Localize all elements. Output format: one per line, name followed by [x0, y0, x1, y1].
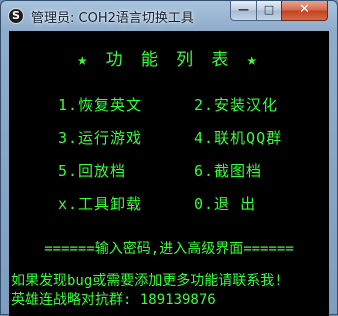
menu-item-screenshots: 6.截图档	[194, 162, 263, 180]
window-title: 管理员: COH2语言切换工具	[31, 11, 194, 26]
app-icon[interactable]: S	[8, 8, 24, 24]
title-bar[interactable]: S 管理员: COH2语言切换工具 — □ ✕	[1, 1, 337, 31]
qq-group-note: 英雄连战略对抗群: 189139876	[11, 292, 216, 308]
menu-item-install-chinese: 2.安装汉化	[194, 96, 279, 114]
menu-title: ★ 功 能 列 表 ★	[77, 50, 261, 70]
contact-note: 如果发现bug或需要添加更多功能请联系我!	[11, 273, 283, 289]
menu-item-replays: 5.回放档	[58, 162, 127, 180]
console-edge	[327, 31, 329, 316]
menu-item-restore-english: 1.恢复英文	[58, 96, 143, 114]
minimize-button[interactable]: —	[230, 1, 257, 21]
maximize-button[interactable]: □	[256, 1, 282, 21]
console-area[interactable]: ★ 功 能 列 表 ★ 1.恢复英文 2.安装汉化 3.运行游戏 4.联机QQ群…	[9, 31, 329, 316]
password-prompt: ======输入密码,进入高级界面======	[44, 241, 294, 257]
close-button[interactable]: ✕	[281, 1, 328, 21]
menu-item-uninstall-tool: x.工具卸载	[58, 195, 143, 213]
menu-item-exit: 0.退 出	[194, 195, 257, 213]
menu-item-run-game: 3.运行游戏	[58, 129, 143, 147]
console-window: S 管理员: COH2语言切换工具 — □ ✕ ★ 功 能 列 表 ★ 1.恢复…	[0, 0, 338, 316]
menu-item-online-qq-group: 4.联机QQ群	[194, 129, 283, 147]
